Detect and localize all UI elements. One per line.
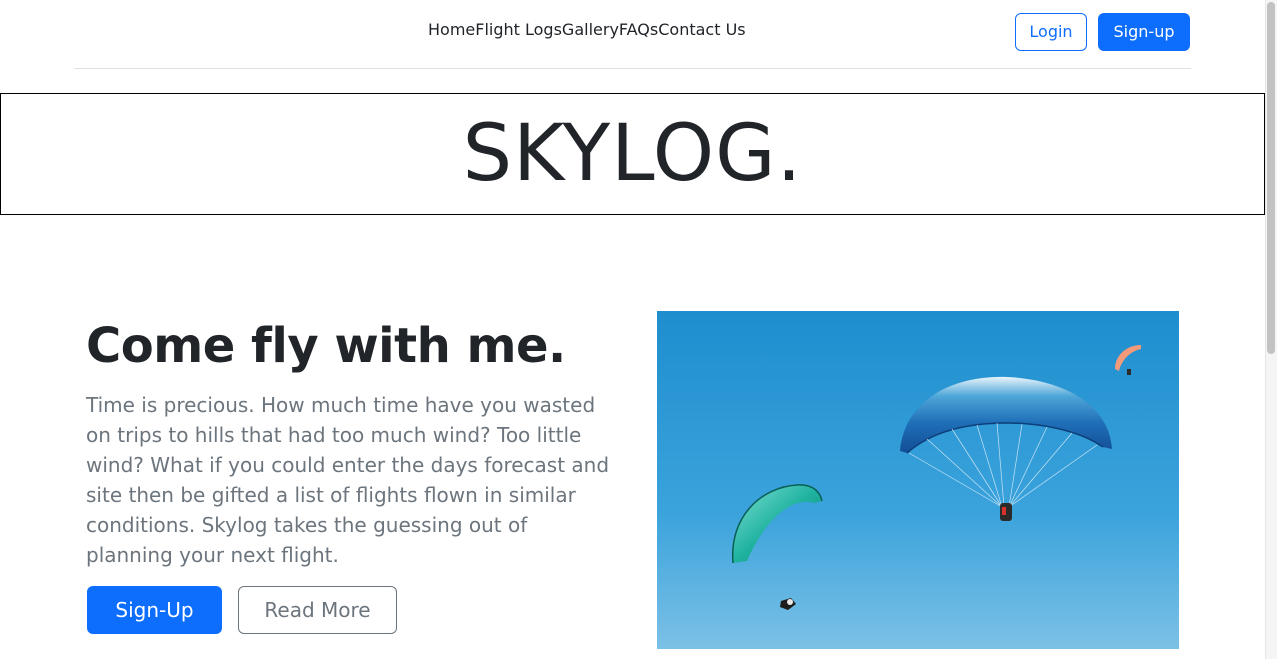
sky-background	[657, 311, 1179, 649]
signup-nav-button[interactable]: Sign-up	[1098, 13, 1190, 51]
hero-heading: Come fly with me.	[86, 318, 566, 374]
scrollbar-thumb[interactable]	[1267, 2, 1275, 354]
nav-link-home[interactable]: Home	[428, 20, 475, 39]
hero-actions: Sign-Up Read More	[87, 586, 397, 634]
hero-signup-button[interactable]: Sign-Up	[87, 586, 222, 634]
auth-buttons: Login Sign-up	[1015, 13, 1190, 51]
hero-image	[657, 311, 1179, 649]
read-more-button[interactable]: Read More	[238, 586, 397, 634]
login-button[interactable]: Login	[1015, 13, 1087, 51]
brand-banner: SKYLOG.	[0, 93, 1265, 215]
page-scrollbar[interactable]	[1265, 0, 1277, 659]
nav-link-contact-us[interactable]: Contact Us	[658, 20, 745, 39]
hero-description: Time is precious. How much time have you…	[86, 393, 610, 567]
nav-link-flight-logs[interactable]: Flight Logs	[475, 20, 562, 39]
nav-link-faqs[interactable]: FAQs	[619, 20, 658, 39]
brand-title: SKYLOG.	[462, 109, 803, 199]
top-navbar: Home Flight Logs Gallery FAQs Contact Us…	[74, 0, 1191, 69]
main-nav: Home Flight Logs Gallery FAQs Contact Us	[428, 20, 746, 39]
paragliders-illustration	[657, 311, 1179, 649]
nav-link-gallery[interactable]: Gallery	[562, 20, 619, 39]
